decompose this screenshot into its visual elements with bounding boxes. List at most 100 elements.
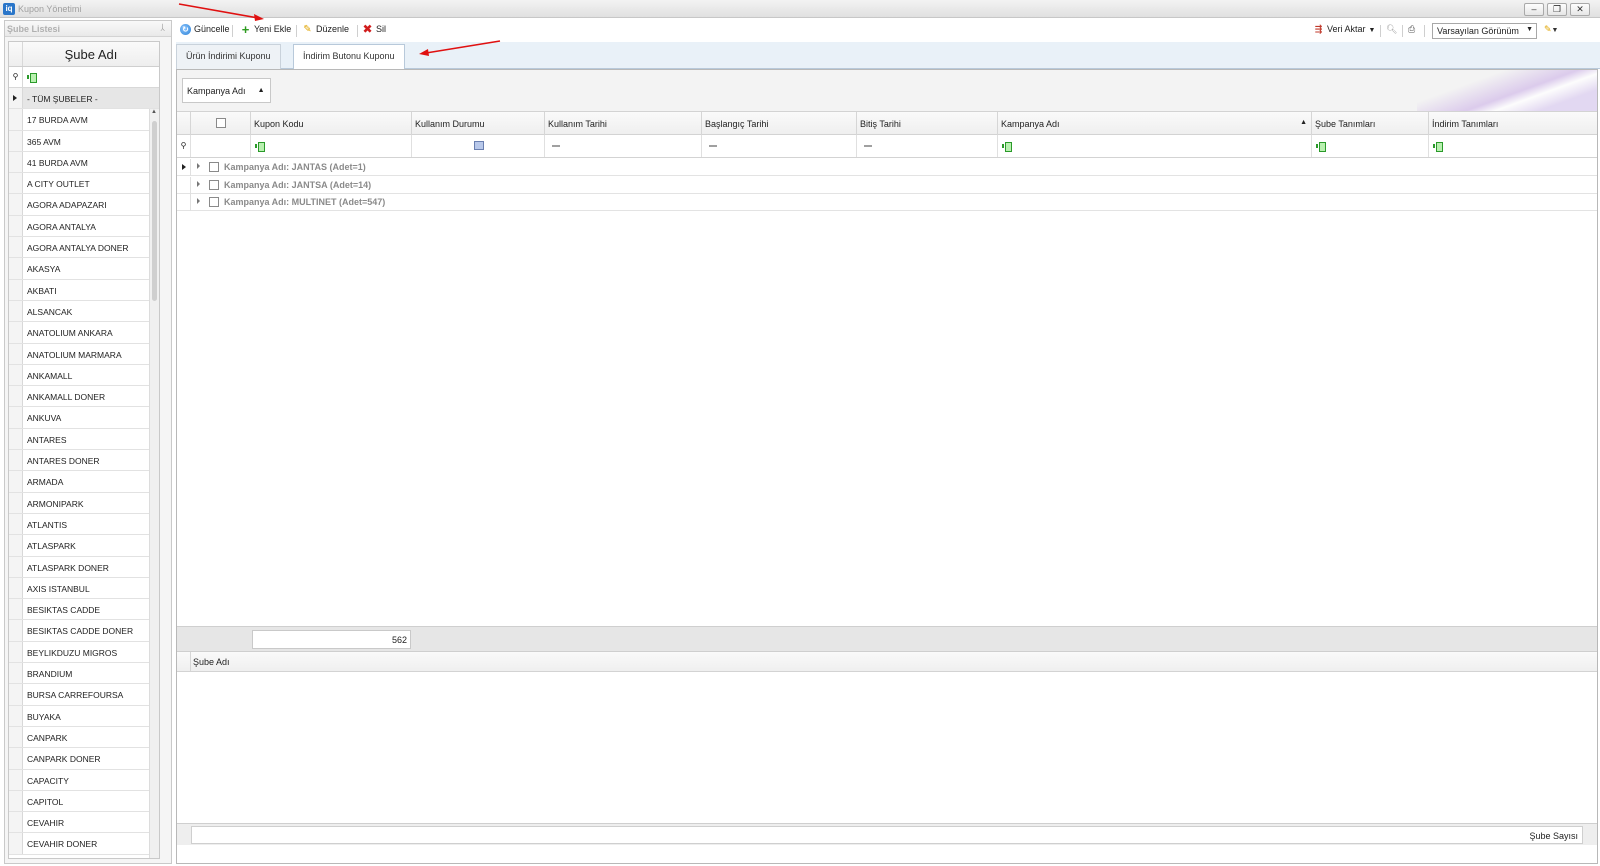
col-discount-definitions[interactable]: İndirim Tanımları — [1429, 112, 1597, 135]
restore-button[interactable]: ❐ — [1547, 3, 1567, 16]
col-branch-definitions[interactable]: Şube Tanımları — [1312, 112, 1429, 135]
col-usage-date[interactable]: Kullanım Tarihi — [545, 112, 702, 135]
branch-list-item[interactable]: BURSA CARREFOURSA — [9, 684, 159, 706]
tab-discount-button-coupon[interactable]: İndirim Butonu Kuponu — [293, 44, 405, 70]
search-button[interactable]: 🔍︎ — [1386, 24, 1397, 39]
branch-list-item[interactable]: ATLASPARK — [9, 535, 159, 557]
branch-name: BURSA CARREFOURSA — [27, 690, 124, 701]
branch-list-item[interactable]: ANKAMALL — [9, 364, 159, 387]
group-checkbox[interactable] — [209, 197, 219, 207]
branch-grid: Şube Adı ⚲ - TÜM ŞUBELER - 17 BURDA AVM 36… — [8, 41, 160, 859]
branch-list-item[interactable]: AGORA ADAPAZARI — [9, 194, 159, 216]
branch-list-item[interactable]: - TÜM ŞUBELER - — [9, 88, 159, 110]
group-label: Kampanya Adı: JANTAS (Adet=1) — [224, 162, 366, 172]
group-row[interactable]: Kampanya Adı: JANTAS (Adet=1) — [177, 159, 1597, 176]
filter-start-date[interactable] — [702, 135, 857, 157]
branch-name: ATLASPARK DONER — [27, 562, 109, 573]
refresh-button[interactable]: ↻ Güncelle — [180, 24, 230, 39]
layout-edit-button[interactable]: ✎▼ — [1544, 24, 1558, 39]
branch-list-item[interactable]: A CITY OUTLET — [9, 173, 159, 195]
filter-branch-definitions[interactable] — [1312, 135, 1429, 157]
branch-list-item[interactable]: ANTARES DONER — [9, 450, 159, 472]
export-button[interactable]: ⇶ Veri Aktar ▼ — [1313, 24, 1376, 39]
col-usage-status[interactable]: Kullanım Durumu — [412, 112, 545, 135]
pin-icon[interactable]: ᛸ — [160, 23, 165, 32]
expand-icon[interactable] — [197, 180, 200, 187]
branch-list-item[interactable]: CAPACITY — [9, 769, 159, 791]
scroll-thumb[interactable] — [152, 121, 157, 301]
branch-list-item[interactable]: AGORA ANTALYA — [9, 215, 159, 238]
grid-footer: 562 — [177, 626, 1597, 652]
window-title: Kupon Yönetimi — [18, 4, 82, 14]
branch-list-item[interactable]: ANKAMALL DONER — [9, 386, 159, 408]
branch-name: CAPITOL — [27, 796, 64, 807]
title-bar: iq Kupon Yönetimi – ❐ ✕ — [0, 0, 1600, 18]
branch-list-item[interactable]: ANKUVA — [9, 407, 159, 429]
scroll-up-icon[interactable]: ▲ — [151, 109, 157, 115]
filter-campaign-name[interactable] — [998, 135, 1312, 157]
print-button[interactable]: ⎙ — [1408, 24, 1415, 39]
branch-list-item[interactable]: CEVAHIR — [9, 812, 159, 834]
branch-list-item[interactable]: BRANDIUM — [9, 663, 159, 685]
branch-list-item[interactable]: ANATOLIUM ANKARA — [9, 322, 159, 344]
branch-list-item[interactable]: ANATOLIUM MARMARA — [9, 343, 159, 365]
group-by-chip[interactable]: Kampanya Adı ▲ — [182, 78, 271, 103]
delete-button[interactable]: ✖ Sil — [362, 23, 386, 39]
minimize-button[interactable]: – — [1524, 3, 1544, 16]
branch-list-item[interactable]: ATLANTIS — [9, 513, 159, 536]
branch-list-item[interactable]: BUYAKA — [9, 705, 159, 727]
branch-list-item[interactable]: BEYLIKDUZU MIGROS — [9, 641, 159, 664]
branch-column-header[interactable]: Şube Adı — [9, 42, 159, 67]
close-button[interactable]: ✕ — [1570, 3, 1590, 16]
tab-product-discount-coupon[interactable]: Ürün İndirimi Kuponu — [176, 44, 281, 69]
branch-name: ALSANCAK — [27, 306, 73, 317]
group-checkbox[interactable] — [209, 179, 219, 190]
col-start-date[interactable]: Başlangıç Tarihi — [702, 112, 857, 135]
expand-icon[interactable] — [197, 163, 200, 169]
branch-list-item[interactable]: BESIKTAS CADDE DONER — [9, 620, 159, 642]
branch-list: - TÜM ŞUBELER - 17 BURDA AVM 365 AVM 41 BUR… — [9, 88, 159, 855]
detail-col-branch-name[interactable]: Şube Adı — [193, 657, 230, 667]
filter-icon[interactable] — [27, 73, 37, 83]
add-new-button[interactable]: + Yeni Ekle — [240, 23, 292, 39]
branch-list-item[interactable]: ANTARES — [9, 428, 159, 451]
col-end-date[interactable]: Bitiş Tarihi — [857, 112, 998, 135]
branch-list-item[interactable]: ARMONIPARK — [9, 492, 159, 514]
branch-list-item[interactable]: ARMADA — [9, 471, 159, 493]
branch-name: BESIKTAS CADDE — [27, 605, 101, 616]
branch-list-item[interactable]: CANPARK DONER — [9, 748, 159, 770]
branch-list-item[interactable]: AKASYA — [9, 258, 159, 280]
select-all-checkbox[interactable] — [191, 112, 251, 135]
branch-list-item[interactable]: BESIKTAS CADDE — [9, 599, 159, 621]
group-row[interactable]: Kampanya Adı: JANTSA (Adet=14) — [177, 176, 1597, 194]
filter-end-date[interactable] — [857, 135, 998, 157]
group-checkbox[interactable] — [209, 162, 219, 172]
col-coupon-code[interactable]: Kupon Kodu — [251, 112, 412, 135]
branch-list-item[interactable]: AXIS ISTANBUL — [9, 577, 159, 600]
branch-list-item[interactable]: AKBATI — [9, 279, 159, 301]
branch-list-item[interactable]: ATLASPARK DONER — [9, 556, 159, 578]
group-row[interactable]: Kampanya Adı: MULTINET (Adet=547) — [177, 194, 1597, 211]
branch-name: AGORA ANTALYA — [27, 221, 96, 232]
branch-list-item[interactable]: CANPARK — [9, 726, 159, 749]
branch-list-item[interactable]: CEVAHIR DONER — [9, 833, 159, 855]
filter-usage-date[interactable] — [545, 135, 702, 157]
expand-icon[interactable] — [197, 198, 200, 204]
branch-list-item[interactable]: CAPITOL — [9, 790, 159, 813]
col-campaign-name[interactable]: Kampanya Adı ▲ — [998, 112, 1312, 135]
filter-discount-definitions[interactable] — [1429, 135, 1597, 157]
filter-usage-status[interactable] — [412, 135, 545, 157]
branch-filter-row[interactable]: ⚲ — [9, 67, 159, 88]
branch-list-item[interactable]: 41 BURDA AVM — [9, 151, 159, 174]
chevron-down-icon: ▼ — [1526, 26, 1533, 33]
branch-scrollbar[interactable]: ▲ ▼ — [149, 109, 159, 858]
branch-list-item[interactable]: 365 AVM — [9, 130, 159, 152]
toolbar: ↻ Güncelle + Yeni Ekle ✎ Düzenle ✖ Sil ⇶ Veri… — [176, 20, 1600, 42]
branch-name: ATLANTIS — [27, 519, 67, 530]
branch-list-item[interactable]: 17 BURDA AVM — [9, 109, 159, 131]
edit-button[interactable]: ✎ Düzenle — [302, 24, 349, 39]
view-selector[interactable]: Varsayılan Görünüm ▼ — [1432, 23, 1537, 39]
branch-list-item[interactable]: ALSANCAK — [9, 300, 159, 323]
branch-list-item[interactable]: AGORA ANTALYA DONER — [9, 237, 159, 259]
filter-coupon-code[interactable] — [251, 135, 412, 157]
